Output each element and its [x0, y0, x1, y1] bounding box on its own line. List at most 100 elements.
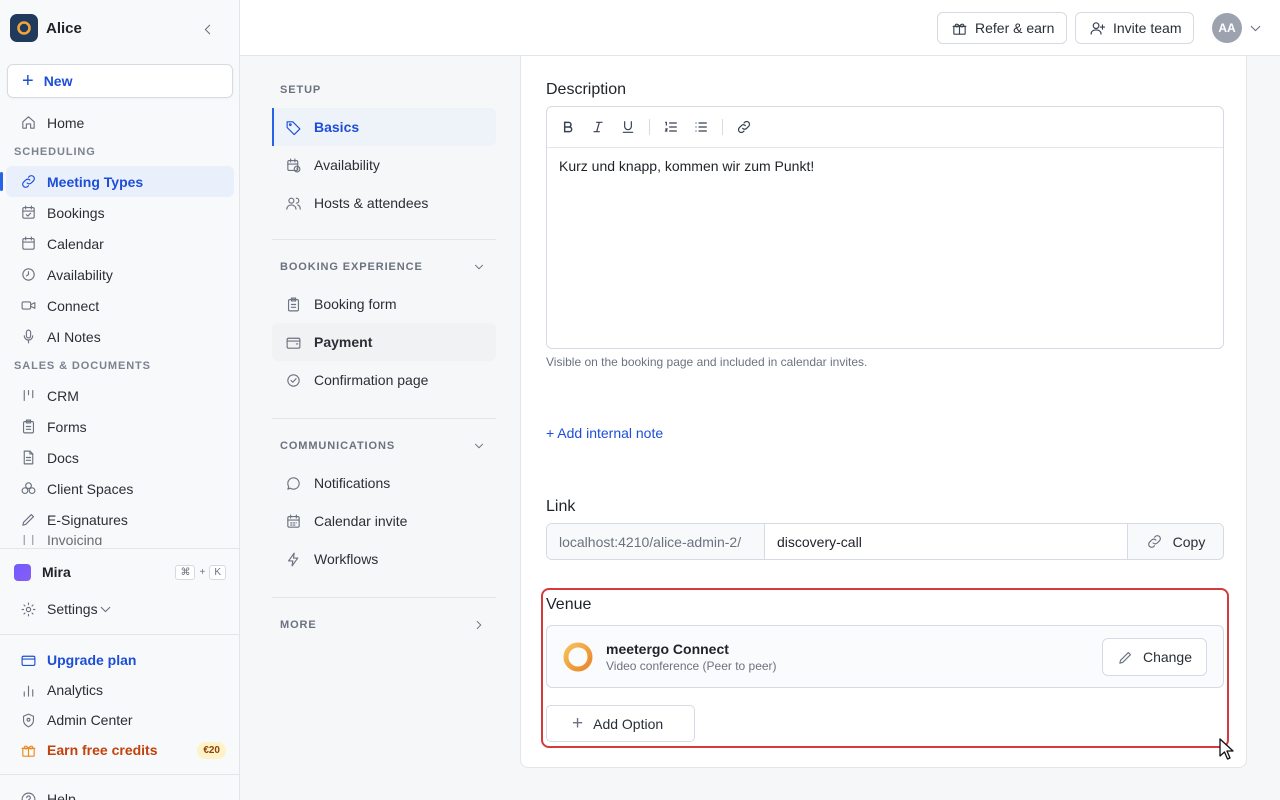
- nav-section-sales: SALES & DOCUMENTS: [14, 360, 151, 372]
- sidebar-item-earn-credits[interactable]: Earn free credits €20: [6, 735, 234, 765]
- shortcut-mod-key: ⌘: [175, 564, 196, 580]
- collapse-sidebar-icon[interactable]: [198, 20, 216, 38]
- gift-icon: [19, 741, 37, 759]
- link-slug-input[interactable]: discovery-call: [765, 524, 1128, 559]
- sidebar-item-analytics[interactable]: Analytics: [6, 675, 234, 705]
- venue-title: meetergo Connect: [606, 640, 729, 657]
- subnav-item-availability[interactable]: Availability: [272, 146, 496, 184]
- sidebar-divider: Upgrade plan Analytics Admin Center Earn…: [0, 634, 240, 765]
- sidebar-item-help[interactable]: Help: [6, 784, 234, 800]
- bold-icon[interactable]: [559, 118, 577, 136]
- avatar[interactable]: AA: [1212, 13, 1242, 43]
- sidebar-item-home[interactable]: Home: [6, 107, 234, 138]
- shortcut-plus: +: [199, 566, 206, 578]
- workspace-switcher[interactable]: Alice: [10, 13, 230, 43]
- link-icon[interactable]: [735, 118, 753, 136]
- plus-icon: +: [572, 712, 584, 734]
- sidebar-item-label: AI Notes: [47, 328, 101, 345]
- bolt-icon: [284, 550, 302, 568]
- sidebar-item-crm[interactable]: CRM: [6, 380, 234, 411]
- sidebar-item-calendar[interactable]: Calendar: [6, 228, 234, 259]
- mira-assistant[interactable]: Mira ⌘ + K: [0, 550, 240, 594]
- description-textarea[interactable]: Kurz und knapp, kommen wir zum Punkt!: [547, 148, 1223, 184]
- sidebar-item-meeting-types[interactable]: Meeting Types: [0, 166, 234, 197]
- mira-shortcut: ⌘ + K: [175, 564, 226, 580]
- refer-earn-button[interactable]: Refer & earn: [937, 12, 1068, 44]
- bullet-list-icon[interactable]: [692, 118, 710, 136]
- invoice-icon: [19, 535, 37, 545]
- sidebar-item-settings[interactable]: Settings: [6, 594, 234, 624]
- subnav-section-booking-experience[interactable]: BOOKING EXPERIENCE: [272, 253, 496, 281]
- sidebar-item-invoicing[interactable]: Invoicing: [6, 535, 234, 545]
- wallet-icon: [284, 333, 302, 351]
- sidebar-item-e-signatures[interactable]: E-Signatures: [6, 504, 234, 535]
- copy-link-button[interactable]: Copy: [1128, 524, 1223, 559]
- sidebar-item-docs[interactable]: Docs: [6, 442, 234, 473]
- add-option-button[interactable]: + Add Option: [546, 705, 695, 742]
- sidebar-item-label: Analytics: [47, 682, 104, 698]
- subnav-item-hosts-attendees[interactable]: Hosts & attendees: [272, 184, 496, 222]
- subnav-item-booking-form[interactable]: Booking form: [272, 285, 496, 323]
- sidebar-item-label: Invoicing: [47, 535, 103, 545]
- refer-earn-label: Refer & earn: [975, 20, 1055, 36]
- sidebar-item-client-spaces[interactable]: Client Spaces: [6, 473, 234, 504]
- subnav-item-label: Booking form: [314, 296, 397, 312]
- document-icon: [19, 449, 37, 467]
- gift-icon: [950, 19, 968, 37]
- sidebar-item-label: Settings: [47, 601, 98, 617]
- change-venue-button[interactable]: Change: [1101, 638, 1207, 676]
- sidebar-item-label: Earn free credits: [47, 742, 158, 758]
- add-internal-note-link[interactable]: + Add internal note: [546, 425, 663, 441]
- italic-icon[interactable]: [589, 118, 607, 136]
- mouse-cursor-icon: [1219, 738, 1234, 760]
- mira-label: Mira: [42, 564, 71, 580]
- mic-icon: [19, 328, 37, 346]
- chevron-down-icon[interactable]: [1246, 19, 1264, 37]
- calendar-clock-icon: [284, 156, 302, 174]
- new-button[interactable]: + New: [7, 64, 233, 98]
- new-button-label: New: [43, 73, 73, 89]
- user-plus-icon: [1088, 19, 1106, 37]
- sidebar-item-admin-center[interactable]: Admin Center: [6, 705, 234, 735]
- sidebar-item-bookings[interactable]: Bookings: [6, 197, 234, 228]
- sidebar-item-label: Availability: [47, 266, 113, 283]
- subnav-item-basics[interactable]: Basics: [272, 108, 496, 146]
- users-icon: [284, 194, 302, 212]
- sidebar-item-label: Docs: [47, 449, 79, 466]
- underline-icon[interactable]: [619, 118, 637, 136]
- subnav-item-workflows[interactable]: Workflows: [272, 540, 496, 578]
- section-title: SETUP: [280, 84, 322, 96]
- subnav-item-confirmation-page[interactable]: Confirmation page: [272, 361, 496, 399]
- subnav-item-label: Hosts & attendees: [314, 195, 429, 211]
- sidebar-item-forms[interactable]: Forms: [6, 411, 234, 442]
- invite-team-button[interactable]: Invite team: [1075, 12, 1195, 44]
- sidebar-item-label: CRM: [47, 387, 79, 404]
- subnav-item-payment[interactable]: Payment: [272, 323, 496, 361]
- sidebar-item-label: Calendar: [47, 235, 104, 252]
- sidebar-item-upgrade-plan[interactable]: Upgrade plan: [6, 645, 234, 675]
- sidebar-item-connect[interactable]: Connect: [6, 290, 234, 321]
- nav-section-scheduling: SCHEDULING: [14, 146, 96, 158]
- sidebar-divider: Help: [0, 774, 240, 800]
- subnav-section-communications[interactable]: COMMUNICATIONS: [272, 432, 496, 460]
- link-prefix: localhost:4210/alice-admin-2/: [547, 524, 765, 559]
- description-editor: Kurz und knapp, kommen wir zum Punkt!: [546, 106, 1224, 349]
- subnav-item-notifications[interactable]: Notifications: [272, 464, 496, 502]
- sidebar-item-ai-notes[interactable]: AI Notes: [6, 321, 234, 352]
- sidebar-item-availability[interactable]: Availability: [6, 259, 234, 290]
- top-bar: Refer & earn Invite team AA: [240, 0, 1280, 56]
- ordered-list-icon[interactable]: [662, 118, 680, 136]
- section-title: MORE: [280, 619, 317, 631]
- subnav-section-more[interactable]: MORE: [272, 611, 496, 639]
- sidebar-item-label: E-Signatures: [47, 511, 128, 528]
- description-hint: Visible on the booking page and included…: [546, 355, 868, 369]
- spaces-icon: [19, 480, 37, 498]
- subnav-item-label: Basics: [314, 119, 360, 135]
- help-icon: [19, 790, 37, 800]
- subnav-item-calendar-invite[interactable]: Calendar invite: [272, 502, 496, 540]
- home-icon: [19, 114, 37, 132]
- basics-form-card: Description Kurz und knapp, kommen wir z…: [520, 56, 1247, 768]
- venue-option-card: meetergo Connect Video conference (Peer …: [546, 625, 1224, 688]
- sidebar-item-label: Client Spaces: [47, 480, 134, 497]
- link-label: Link: [546, 498, 576, 515]
